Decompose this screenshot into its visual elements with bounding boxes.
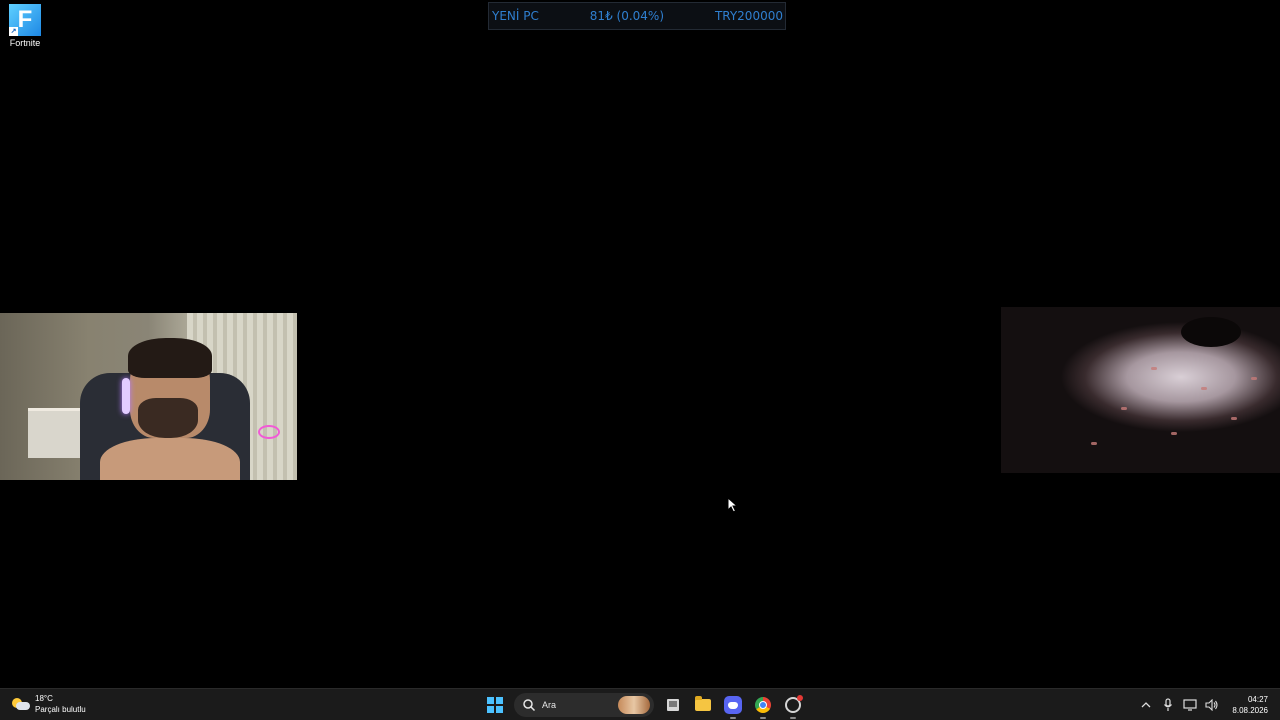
chrome-icon [755, 697, 771, 713]
taskbar-search[interactable]: Ara [514, 693, 654, 717]
obs-button[interactable] [781, 693, 805, 719]
search-icon [523, 699, 536, 712]
headset-stand [258, 425, 280, 439]
shortcut-arrow-icon: ↗ [9, 27, 18, 36]
webcam-feed [0, 313, 297, 480]
goal-title: YENİ PC [492, 9, 539, 23]
desktop-icon-fortnite[interactable]: F ↗ Fortnite [4, 4, 46, 48]
search-highlight-icon [618, 696, 650, 714]
clock-time: 04:27 [1247, 695, 1268, 704]
goal-target: TRY200000 [714, 9, 783, 23]
webcam-person-hair [128, 338, 212, 378]
floor-speck [1091, 442, 1097, 445]
chrome-button[interactable] [751, 693, 775, 719]
desktop-icon-label: Fortnite [9, 38, 41, 48]
volume-button[interactable] [1204, 697, 1220, 713]
display-button[interactable] [1182, 697, 1198, 713]
search-placeholder: Ara [542, 700, 557, 710]
running-indicator [760, 717, 766, 719]
file-explorer-icon [695, 696, 711, 711]
fortnite-glyph: F [17, 6, 33, 33]
running-indicator [790, 717, 796, 719]
volume-icon [1205, 699, 1218, 711]
camera-feed-shadow [1181, 317, 1241, 347]
floor-speck [1201, 387, 1207, 390]
discord-button[interactable] [721, 693, 745, 719]
floor-speck [1121, 407, 1127, 410]
floor-speck [1251, 377, 1257, 380]
running-indicator [730, 717, 736, 719]
microphone-button[interactable] [1160, 697, 1176, 713]
mouse-cursor-icon [727, 497, 739, 513]
fortnite-icon: F ↗ [9, 4, 41, 36]
chevron-up-icon [1141, 702, 1151, 708]
floor-speck [1151, 367, 1157, 370]
microphone-icon [1164, 698, 1173, 711]
taskbar-apps: Ara [480, 692, 808, 719]
file-explorer-button[interactable] [691, 693, 715, 717]
goal-progress: 81₺ (0.04%) [589, 9, 664, 23]
webcam-person-torso [100, 438, 240, 480]
partly-cloudy-icon [10, 696, 30, 712]
weather-temp: 18°C [35, 694, 53, 703]
camera-feed [1001, 307, 1280, 473]
taskbar-clock[interactable]: 04:27 8.08.2026 [1232, 694, 1268, 716]
weather-widget[interactable]: 18°C Parçalı bulutlu [10, 693, 86, 715]
clock-date: 8.08.2026 [1232, 706, 1268, 715]
obs-icon [785, 695, 803, 713]
system-tray: 04:27 8.08.2026 [1138, 692, 1268, 718]
task-view-button[interactable] [661, 693, 685, 717]
discord-icon [724, 696, 742, 714]
donation-goal-widget: YENİ PC 81₺ (0.04%) TRY200000 [488, 2, 786, 30]
show-hidden-icons-button[interactable] [1138, 697, 1154, 713]
weather-condition: Parçalı bulutlu [35, 705, 86, 714]
webcam-shelf [28, 408, 88, 458]
start-icon [487, 697, 503, 713]
display-icon [1183, 699, 1198, 711]
task-view-icon [667, 699, 679, 711]
headset-light [122, 378, 130, 414]
floor-speck [1231, 417, 1237, 420]
start-button[interactable] [483, 693, 507, 717]
floor-speck [1171, 432, 1177, 435]
taskbar: 18°C Parçalı bulutlu Ara 04:27 8.08.2026 [0, 688, 1280, 720]
webcam-person-beard [138, 398, 198, 438]
